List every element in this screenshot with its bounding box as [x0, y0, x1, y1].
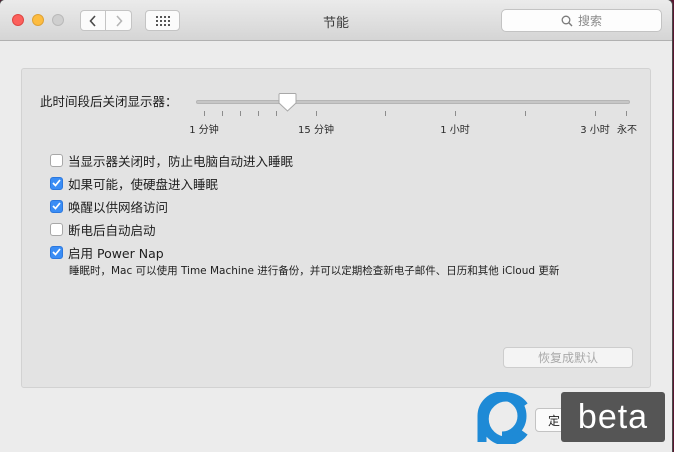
- tick-label-3-hours: 3 小时: [580, 125, 610, 136]
- display-sleep-label: 此时间段后关闭显示器：: [40, 94, 178, 109]
- tick-label-never: 永不: [617, 125, 637, 136]
- option-label: 当显示器关闭时，防止电脑自动进入睡眠: [68, 153, 294, 169]
- watermark-logo-icon: [477, 392, 528, 444]
- checkbox[interactable]: [50, 199, 63, 213]
- slider-tick: [626, 111, 627, 116]
- tick-label-15-min: 15 分钟: [298, 125, 334, 136]
- checkmark-icon: [52, 179, 61, 187]
- title-bar: 节能 搜索: [0, 0, 672, 41]
- option-restart-after-power-failure[interactable]: 断电后自动启动: [50, 221, 156, 238]
- power-nap-description: 睡眠时，Mac 可以使用 Time Machine 进行备份，并可以定期检查新电…: [69, 265, 560, 277]
- slider-tick: [385, 111, 386, 116]
- checkmark-icon: [52, 202, 61, 210]
- display-sleep-slider-thumb[interactable]: [278, 92, 297, 112]
- option-label: 断电后自动启动: [68, 222, 156, 238]
- option-prevent-sleep[interactable]: 当显示器关闭时，防止电脑自动进入睡眠: [50, 152, 294, 169]
- checkbox[interactable]: [50, 222, 63, 236]
- slider-tick: [258, 111, 259, 116]
- slider-tick: [595, 111, 596, 116]
- slider-tick: [455, 111, 456, 116]
- search-icon: [561, 15, 573, 26]
- checkbox[interactable]: [50, 153, 63, 167]
- tick-label-1-hour: 1 小时: [440, 125, 470, 136]
- preferences-window: 节能 搜索 此时间段后关闭显示器： 1 分钟 15 分钟 1 小时 3 小时 永…: [0, 0, 672, 452]
- option-label: 唤醒以供网络访问: [68, 199, 169, 215]
- option-label: 启用 Power Nap: [68, 245, 164, 261]
- option-wake-network[interactable]: 唤醒以供网络访问: [50, 198, 169, 215]
- checkmark-icon: [52, 248, 61, 256]
- display-sleep-slider-track[interactable]: [196, 100, 630, 104]
- tick-label-1-min: 1 分钟: [189, 125, 219, 136]
- slider-tick: [240, 111, 241, 116]
- checkbox[interactable]: [50, 245, 63, 259]
- option-disk-sleep[interactable]: 如果可能，使硬盘进入睡眠: [50, 175, 219, 192]
- slider-tick: [316, 111, 317, 116]
- option-label: 如果可能，使硬盘进入睡眠: [68, 176, 219, 192]
- watermark-badge: beta: [561, 392, 665, 442]
- search-field[interactable]: 搜索: [501, 9, 662, 32]
- slider-tick: [525, 111, 526, 116]
- slider-tick: [222, 111, 223, 116]
- checkbox[interactable]: [50, 176, 63, 190]
- slider-tick: [276, 111, 277, 116]
- slider-tick: [204, 111, 205, 116]
- option-power-nap[interactable]: 启用 Power Nap: [50, 244, 164, 261]
- restore-defaults-button[interactable]: 恢复成默认: [503, 347, 633, 368]
- search-placeholder: 搜索: [577, 14, 602, 28]
